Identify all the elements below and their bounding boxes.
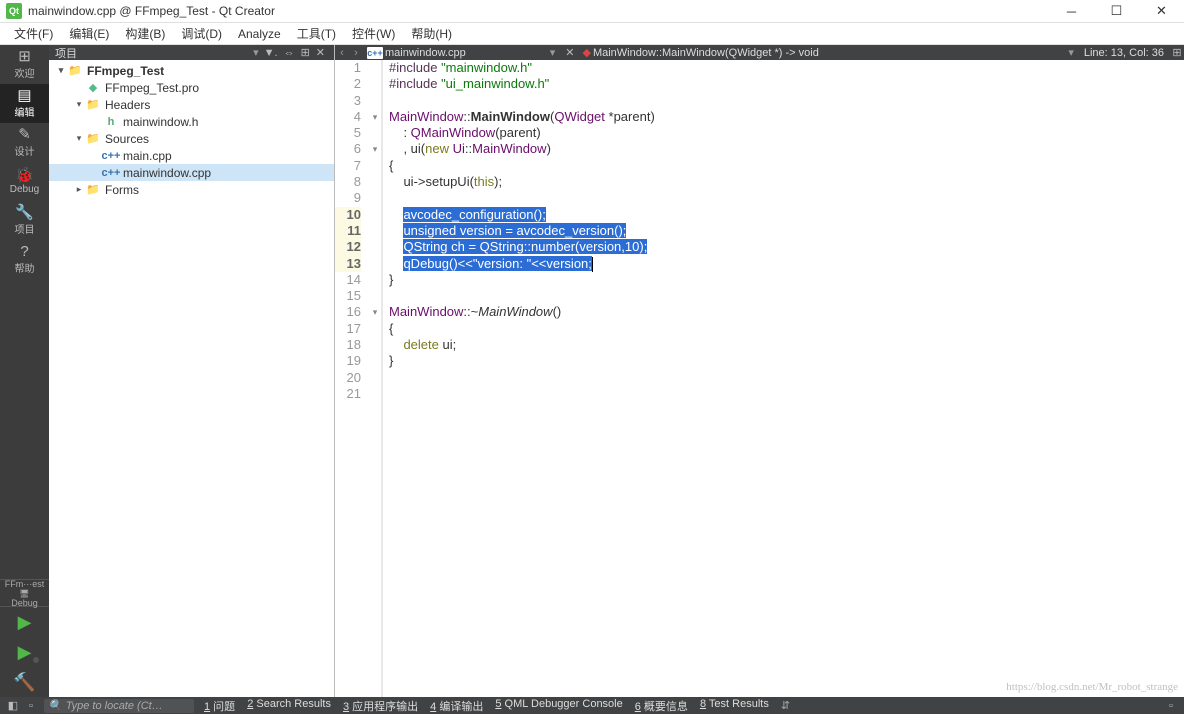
toggle-output-icon[interactable]: ▫ [22, 700, 40, 712]
progress-icon[interactable]: ▫ [1162, 700, 1180, 712]
output-pane-4[interactable]: 4 编译输出 [424, 698, 489, 714]
tree-node[interactable]: hmainwindow.h [49, 113, 334, 130]
maximize-button[interactable]: ☐ [1094, 0, 1139, 23]
split-editor-icon[interactable]: ⊞ [1170, 46, 1184, 59]
kit-selector[interactable]: FFm···est 🖥 Debug [0, 579, 49, 607]
titlebar: Qt mainwindow.cpp @ FFmpeg_Test - Qt Cre… [0, 0, 1184, 23]
output-pane-8[interactable]: 8 Test Results [694, 698, 775, 714]
menu-window[interactable]: 控件(W) [344, 23, 403, 45]
window-title: mainwindow.cpp @ FFmpeg_Test - Qt Creato… [28, 4, 1049, 18]
nav-forward-icon[interactable]: › [349, 47, 363, 59]
mode-sidebar: ⊞ 欢迎 ▤ 编辑 ✎ 设计 🐞 Debug 🔧 项目 ? 帮助 FFm···e… [0, 45, 49, 697]
run-button[interactable]: ▶ [0, 607, 49, 637]
filter-icon[interactable]: ▼. [261, 47, 281, 59]
tree-node[interactable]: ▸📁Forms [49, 181, 334, 198]
output-pane-1[interactable]: 1 问题 [198, 698, 241, 714]
edit-icon: ▤ [17, 88, 31, 103]
output-arrows-icon[interactable]: ⇵ [775, 699, 796, 712]
tree-node[interactable]: ▾📁Headers [49, 96, 334, 113]
toggle-sidebar-icon[interactable]: ◧ [4, 699, 22, 712]
tree-node[interactable]: ▾📁Sources [49, 130, 334, 147]
file-dropdown-icon[interactable]: ▾ [546, 46, 560, 59]
menu-edit[interactable]: 编辑(E) [61, 23, 117, 45]
search-icon: 🔍 [48, 699, 62, 712]
mode-help[interactable]: ? 帮助 [0, 240, 49, 279]
project-panel-header: 项目 ▾ ▼. ⇔ ⊞ ✕ [49, 45, 334, 60]
symbol-dropdown-icon[interactable]: ▾ [1064, 46, 1078, 59]
mode-welcome[interactable]: ⊞ 欢迎 [0, 45, 49, 84]
minimize-button[interactable]: ─ [1049, 0, 1094, 23]
mode-projects[interactable]: 🔧 项目 [0, 201, 49, 240]
output-pane-2[interactable]: 2 Search Results [241, 698, 337, 714]
mode-design[interactable]: ✎ 设计 [0, 123, 49, 162]
watermark: https://blog.csdn.net/Mr_robot_strange [1006, 679, 1178, 695]
editor-toolbar: ‹ › c++ mainwindow.cpp ▾ ✕ ◆ MainWindow:… [335, 45, 1184, 60]
editor-area: ‹ › c++ mainwindow.cpp ▾ ✕ ◆ MainWindow:… [335, 45, 1184, 697]
statusbar: ◧ ▫ 🔍 Type to locate (Ct… 1 问题2 Search R… [0, 697, 1184, 714]
mode-debug[interactable]: 🐞 Debug [0, 162, 49, 201]
cursor-position: Line: 13, Col: 36 [1078, 47, 1170, 59]
menu-help[interactable]: 帮助(H) [403, 23, 460, 45]
symbol-icon: ◆ [580, 46, 592, 59]
code-editor[interactable]: 123456789101112131415161718192021 ▾▾▾ #i… [335, 60, 1184, 697]
nav-back-icon[interactable]: ‹ [335, 47, 349, 59]
menu-file[interactable]: 文件(F) [6, 23, 61, 45]
help-icon: ? [20, 244, 28, 259]
debug-run-button[interactable]: ▶ [0, 637, 49, 667]
projects-icon: 🔧 [15, 205, 34, 220]
output-pane-5[interactable]: 5 QML Debugger Console [489, 698, 628, 714]
project-tree[interactable]: ▾📁FFmpeg_Test◆FFmpeg_Test.pro▾📁Headershm… [49, 60, 334, 697]
welcome-icon: ⊞ [18, 49, 31, 64]
tree-node[interactable]: c++main.cpp [49, 147, 334, 164]
close-panel-icon[interactable]: ✕ [313, 46, 328, 59]
menu-tools[interactable]: 工具(T) [289, 23, 344, 45]
design-icon: ✎ [18, 127, 31, 142]
symbol-selector[interactable]: MainWindow::MainWindow(QWidget *) -> voi… [593, 47, 1064, 59]
tree-node[interactable]: ▾📁FFmpeg_Test [49, 62, 334, 79]
tree-node[interactable]: c++mainwindow.cpp [49, 164, 334, 181]
open-file-name[interactable]: mainwindow.cpp [385, 47, 546, 59]
output-pane-3[interactable]: 3 应用程序输出 [337, 698, 424, 714]
mode-edit[interactable]: ▤ 编辑 [0, 84, 49, 123]
menu-debug[interactable]: 调试(D) [173, 23, 230, 45]
menu-analyze[interactable]: Analyze [230, 23, 289, 45]
locator-input[interactable]: 🔍 Type to locate (Ct… [44, 699, 194, 713]
build-button[interactable]: 🔨 [0, 667, 49, 697]
cpp-file-icon: c++ [367, 47, 383, 59]
close-button[interactable]: ✕ [1139, 0, 1184, 23]
close-document-icon[interactable]: ✕ [559, 46, 580, 59]
project-panel: 项目 ▾ ▼. ⇔ ⊞ ✕ ▾📁FFmpeg_Test◆FFmpeg_Test.… [49, 45, 335, 697]
debug-icon: 🐞 [15, 168, 34, 183]
menu-build[interactable]: 构建(B) [117, 23, 173, 45]
sync-icon[interactable]: ⇔ [281, 47, 298, 59]
output-pane-6[interactable]: 6 概要信息 [629, 698, 694, 714]
menubar: 文件(F) 编辑(E) 构建(B) 调试(D) Analyze 工具(T) 控件… [0, 23, 1184, 45]
app-icon: Qt [6, 3, 22, 19]
split-icon[interactable]: ⊞ [298, 46, 313, 59]
tree-node[interactable]: ◆FFmpeg_Test.pro [49, 79, 334, 96]
